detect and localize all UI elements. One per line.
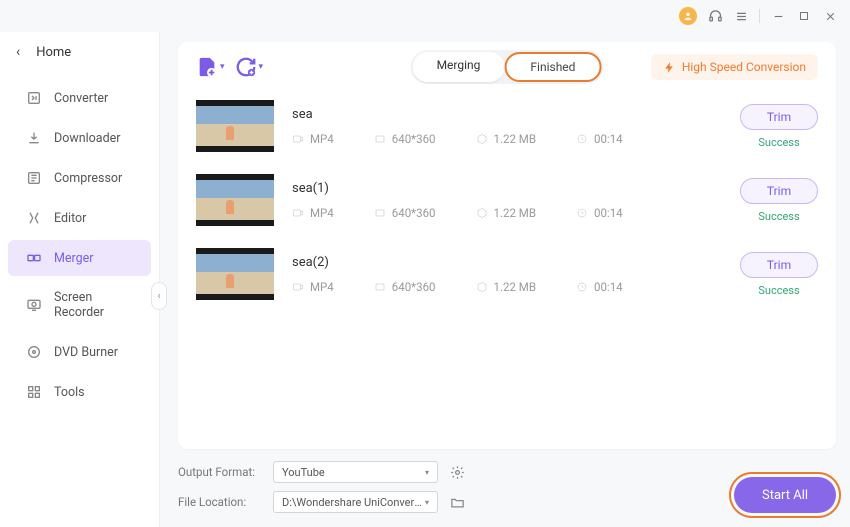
converter-icon xyxy=(26,90,42,106)
home-back[interactable]: ‹ Home xyxy=(0,36,159,68)
file-duration: 00:14 xyxy=(576,280,623,294)
download-icon xyxy=(26,130,42,146)
sidebar-item-downloader[interactable]: Downloader xyxy=(8,120,151,156)
maximize-button[interactable] xyxy=(796,8,812,24)
compressor-icon xyxy=(26,170,42,186)
file-size: 1.22 MB xyxy=(476,206,536,220)
sidebar-item-screen-recorder[interactable]: Screen Recorder xyxy=(8,280,151,330)
add-file-button[interactable]: ▾ xyxy=(196,56,225,78)
sidebar-item-dvd-burner[interactable]: DVD Burner xyxy=(8,334,151,370)
dvd-icon xyxy=(26,344,42,360)
tools-icon xyxy=(26,384,42,400)
file-duration: 00:14 xyxy=(576,132,623,146)
chevron-left-icon: ‹ xyxy=(16,44,20,60)
output-format-label: Output Format: xyxy=(178,465,263,479)
file-status: Success xyxy=(758,284,799,297)
file-status: Success xyxy=(758,136,799,149)
sidebar-item-compressor[interactable]: Compressor xyxy=(8,160,151,196)
open-folder-button[interactable] xyxy=(448,493,466,511)
sidebar-item-label: Compressor xyxy=(54,171,122,186)
file-list: sea MP4 640*360 1.22 MB 00:14 Trim Succe… xyxy=(196,100,818,300)
file-name: sea(1) xyxy=(292,181,722,196)
minimize-button[interactable] xyxy=(770,8,786,24)
sidebar-item-label: Converter xyxy=(54,91,108,106)
chevron-down-icon: ▾ xyxy=(425,468,429,477)
sidebar-item-label: DVD Burner xyxy=(54,345,118,360)
trim-button[interactable]: Trim xyxy=(740,178,818,204)
file-resolution: 640*360 xyxy=(374,206,436,220)
file-status: Success xyxy=(758,210,799,223)
start-all-button[interactable]: Start All xyxy=(734,477,836,513)
divider xyxy=(759,9,760,23)
chevron-down-icon: ▾ xyxy=(220,62,225,72)
sidebar-item-label: Editor xyxy=(54,211,86,226)
file-row: sea(1) MP4 640*360 1.22 MB 00:14 Trim Su… xyxy=(196,174,818,226)
file-duration: 00:14 xyxy=(576,206,623,220)
tab-finished[interactable]: Finished xyxy=(504,52,601,82)
file-format: MP4 xyxy=(292,280,334,294)
chevron-down-icon: ▾ xyxy=(259,62,264,72)
high-speed-conversion-button[interactable]: High Speed Conversion xyxy=(651,54,818,80)
trim-button[interactable]: Trim xyxy=(740,104,818,130)
close-button[interactable] xyxy=(822,8,838,24)
output-format-value: YouTube xyxy=(282,466,325,479)
menu-icon[interactable] xyxy=(733,8,749,24)
sidebar: ‹ Home Converter Downloader Compressor E… xyxy=(0,32,160,527)
file-location-select[interactable]: D:\Wondershare UniConverter 1 ▾ xyxy=(273,491,438,513)
screen-recorder-icon xyxy=(26,297,42,313)
output-format-select[interactable]: YouTube ▾ xyxy=(273,461,438,483)
home-label: Home xyxy=(36,45,71,60)
output-settings-button[interactable] xyxy=(448,463,466,481)
sidebar-item-merger[interactable]: Merger xyxy=(8,240,151,276)
sidebar-item-label: Tools xyxy=(54,385,85,400)
titlebar xyxy=(0,0,850,32)
sidebar-item-label: Merger xyxy=(54,251,94,266)
file-size: 1.22 MB xyxy=(476,280,536,294)
file-size: 1.22 MB xyxy=(476,132,536,146)
user-avatar[interactable] xyxy=(679,7,697,25)
file-row: sea(2) MP4 640*360 1.22 MB 00:14 Trim Su… xyxy=(196,248,818,300)
video-thumbnail[interactable] xyxy=(196,248,274,300)
editor-icon xyxy=(26,210,42,226)
file-name: sea xyxy=(292,107,722,122)
file-location-value: D:\Wondershare UniConverter 1 xyxy=(282,496,425,509)
sidebar-item-editor[interactable]: Editor xyxy=(8,200,151,236)
merger-icon xyxy=(26,250,42,266)
add-folder-button[interactable]: ▾ xyxy=(235,56,264,78)
video-thumbnail[interactable] xyxy=(196,174,274,226)
file-name: sea(2) xyxy=(292,255,722,270)
sidebar-item-label: Downloader xyxy=(54,131,121,146)
sidebar-item-converter[interactable]: Converter xyxy=(8,80,151,116)
sidebar-collapse-handle[interactable]: ‹ xyxy=(151,282,167,310)
sidebar-item-tools[interactable]: Tools xyxy=(8,374,151,410)
chevron-down-icon: ▾ xyxy=(425,498,429,507)
headset-icon[interactable] xyxy=(707,8,723,24)
sidebar-item-label: Screen Recorder xyxy=(54,290,133,320)
file-resolution: 640*360 xyxy=(374,132,436,146)
file-resolution: 640*360 xyxy=(374,280,436,294)
tab-merging[interactable]: Merging xyxy=(413,52,505,82)
add-file-icon xyxy=(196,56,218,78)
file-format: MP4 xyxy=(292,206,334,220)
refresh-add-icon xyxy=(235,56,257,78)
video-thumbnail[interactable] xyxy=(196,100,274,152)
file-row: sea MP4 640*360 1.22 MB 00:14 Trim Succe… xyxy=(196,100,818,152)
trim-button[interactable]: Trim xyxy=(740,252,818,278)
file-format: MP4 xyxy=(292,132,334,146)
lightning-icon xyxy=(663,61,676,74)
tab-group: Merging Finished xyxy=(411,50,604,84)
hsc-label: High Speed Conversion xyxy=(682,60,806,74)
file-location-label: File Location: xyxy=(178,495,263,509)
